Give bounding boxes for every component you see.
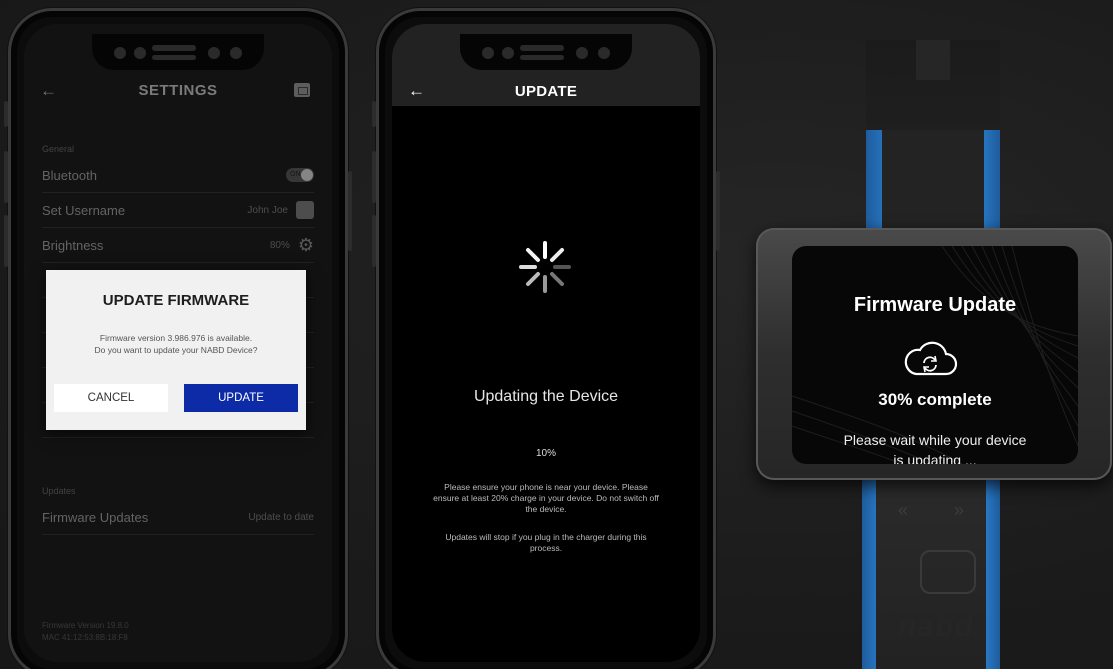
scene: ← SETTINGS General Bluetooth ON Set User… bbox=[0, 0, 1113, 669]
watch-strap-top bbox=[866, 40, 1000, 250]
chevron-right-icon: » bbox=[953, 500, 964, 520]
phone-side-button bbox=[372, 215, 376, 267]
watch-progress-text: 30% complete bbox=[878, 390, 992, 409]
watch-wait-message: Please wait while your device is updatin… bbox=[843, 432, 1027, 464]
update-screen: ← UPDATE Updating the Device 10% Please … bbox=[392, 24, 700, 662]
page-title: UPDATE bbox=[514, 83, 578, 100]
watch-screen: Firmware Update 30% complete Please wait… bbox=[792, 246, 1078, 464]
watch-title: Firmware Update bbox=[853, 294, 1017, 316]
update-button[interactable]: UPDATE bbox=[184, 384, 298, 412]
phone-side-button bbox=[372, 151, 376, 203]
update-warning: Updates will stop if you plug in the cha… bbox=[445, 532, 647, 553]
update-firmware-dialog: UPDATE FIRMWARE Firmware version 3.986.9… bbox=[46, 270, 306, 430]
phone-side-button bbox=[4, 151, 8, 203]
update-phone: ← UPDATE Updating the Device 10% Please … bbox=[372, 8, 720, 669]
brand-logo: nabd bbox=[898, 610, 974, 643]
dialog-title: UPDATE FIRMWARE bbox=[102, 292, 250, 309]
phone-side-button bbox=[4, 101, 8, 127]
cloud-sync-icon bbox=[904, 341, 958, 376]
watch-body: Firmware Update 30% complete Please wait… bbox=[756, 228, 1112, 480]
settings-phone: ← SETTINGS General Bluetooth ON Set User… bbox=[4, 8, 352, 669]
phone-side-button bbox=[348, 171, 352, 251]
strap-clip bbox=[916, 40, 950, 80]
dialog-message: Firmware version 3.986.976 is available.… bbox=[94, 333, 258, 355]
cancel-button[interactable]: CANCEL bbox=[54, 384, 168, 412]
chevron-left-icon: « bbox=[898, 500, 909, 520]
watch-button[interactable] bbox=[920, 550, 976, 594]
phone-side-button bbox=[4, 215, 8, 267]
progress-percent: 10% bbox=[535, 448, 556, 459]
phone-notch bbox=[460, 34, 632, 70]
phone-side-button bbox=[716, 171, 720, 251]
loading-spinner-icon bbox=[519, 241, 571, 293]
phone-notch bbox=[92, 34, 264, 70]
phone-side-button bbox=[372, 101, 376, 127]
watch-strap-bottom: « » nabd bbox=[862, 470, 1000, 669]
update-instructions: Please ensure your phone is near your de… bbox=[433, 482, 659, 514]
updating-heading: Updating the Device bbox=[473, 388, 619, 405]
settings-screen: ← SETTINGS General Bluetooth ON Set User… bbox=[24, 24, 332, 662]
